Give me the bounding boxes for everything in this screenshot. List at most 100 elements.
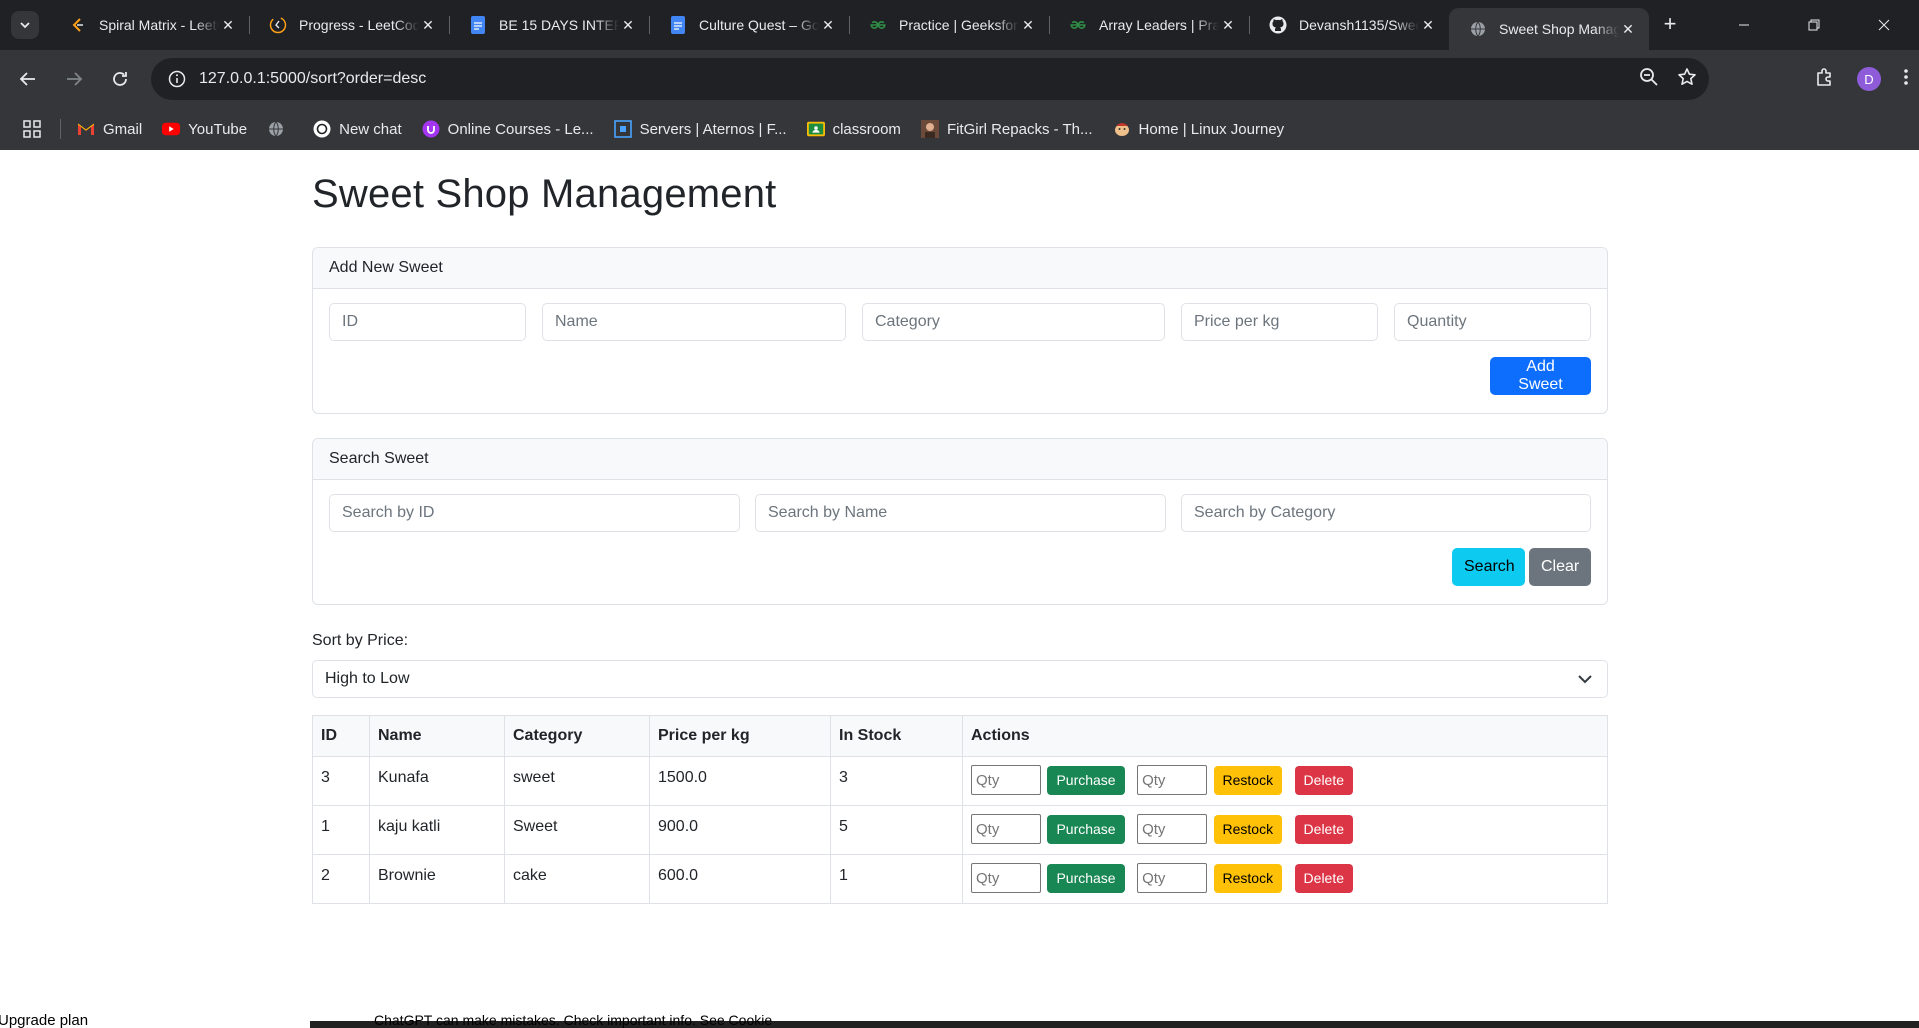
bookmark-gmail[interactable]: Gmail — [77, 120, 142, 138]
new-tab-button[interactable]: + — [1655, 10, 1685, 40]
site-info-icon[interactable] — [157, 58, 197, 100]
search-button[interactable]: Search — [1452, 548, 1525, 586]
zoom-icon[interactable] — [1639, 67, 1659, 92]
add-sweet-card: Add New Sweet Add Sweet — [312, 247, 1608, 414]
bookmark-label: Home | Linux Journey — [1138, 120, 1285, 138]
tab-list: Spiral Matrix - LeetCode ✕ Progress - Le… — [49, 0, 1685, 50]
bookmarks-bar: Gmail YouTube New chat Online Courses - … — [0, 108, 1919, 150]
toolbar-actions: D — [1815, 58, 1909, 100]
search-sweet-card-header: Search Sweet — [313, 439, 1607, 480]
bookmark-online-courses[interactable]: Online Courses - Le... — [422, 120, 594, 138]
purchase-qty-input[interactable] — [971, 863, 1041, 893]
restock-button[interactable]: Restock — [1213, 765, 1283, 795]
tab-search-button[interactable] — [11, 11, 39, 39]
classroom-icon — [806, 120, 825, 138]
restock-button[interactable]: Restock — [1213, 863, 1283, 893]
tab-practice-gfg[interactable]: Practice | GeeksforGeeks ✕ — [849, 0, 1049, 50]
cell-stock: 3 — [830, 756, 963, 806]
delete-button[interactable]: Delete — [1294, 863, 1354, 893]
add-sweet-card-header: Add New Sweet — [313, 248, 1607, 289]
delete-button[interactable]: Delete — [1294, 765, 1354, 795]
minimize-button[interactable] — [1709, 0, 1779, 50]
bookmark-youtube[interactable]: YouTube — [162, 120, 247, 138]
cell-actions: Purchase Restock Delete — [962, 854, 1608, 904]
geeksforgeeks-icon — [1069, 16, 1087, 34]
profile-avatar[interactable]: D — [1857, 67, 1881, 91]
leetcode-progress-icon — [269, 16, 287, 34]
tab-array-leaders[interactable]: Array Leaders | Practice ✕ — [1049, 0, 1249, 50]
close-icon[interactable]: ✕ — [819, 16, 837, 34]
column-header-actions: Actions — [962, 715, 1608, 757]
cell-actions: Purchase Restock Delete — [962, 805, 1608, 855]
close-icon[interactable]: ✕ — [1419, 16, 1437, 34]
purchase-button[interactable]: Purchase — [1047, 814, 1125, 844]
google-docs-icon — [469, 16, 487, 34]
search-name-input[interactable] — [755, 494, 1166, 532]
sweets-table: ID Name Category Price per kg In Stock A… — [312, 715, 1608, 904]
purchase-qty-input[interactable] — [971, 814, 1041, 844]
restock-qty-input[interactable] — [1137, 765, 1208, 795]
bookmark-star-icon[interactable] — [1677, 67, 1697, 92]
apps-grid-icon[interactable] — [22, 119, 42, 139]
tab-spiral-matrix[interactable]: Spiral Matrix - LeetCode ✕ — [49, 0, 249, 50]
tab-title: Practice | GeeksforGeeks — [899, 17, 1019, 33]
tab-title: Sweet Shop Management — [1499, 21, 1619, 37]
tab-github-repo[interactable]: Devansh1135/Sweet-Shop ✕ — [1249, 0, 1449, 50]
omnibox-actions — [1639, 58, 1697, 100]
close-icon[interactable]: ✕ — [619, 16, 637, 34]
browser-tab-strip: Spiral Matrix - LeetCode ✕ Progress - Le… — [0, 0, 1919, 50]
tab-progress[interactable]: Progress - LeetCode ✕ — [249, 0, 449, 50]
forward-button[interactable] — [56, 61, 92, 97]
reload-button[interactable] — [102, 61, 138, 97]
gmail-icon — [77, 120, 95, 138]
add-price-input[interactable] — [1181, 303, 1378, 341]
search-id-input[interactable] — [329, 494, 740, 532]
add-name-input[interactable] — [542, 303, 846, 341]
close-icon[interactable]: ✕ — [1219, 16, 1237, 34]
back-button[interactable] — [10, 61, 46, 97]
tab-be-internship[interactable]: BE 15 DAYS INTERNSHIP ✕ — [449, 0, 649, 50]
address-bar[interactable]: 127.0.0.1:5000/sort?order=desc — [151, 58, 1709, 100]
cell-name: Brownie — [369, 854, 505, 904]
add-quantity-input[interactable] — [1394, 303, 1591, 341]
add-id-input[interactable] — [329, 303, 526, 341]
add-sweet-button[interactable]: Add Sweet — [1490, 357, 1591, 395]
column-header-price: Price per kg — [649, 715, 831, 757]
add-category-input[interactable] — [862, 303, 1165, 341]
purchase-qty-input[interactable] — [971, 765, 1041, 795]
bookmark-new-chat[interactable]: New chat — [313, 120, 402, 138]
purchase-button[interactable]: Purchase — [1047, 765, 1125, 795]
close-icon[interactable]: ✕ — [419, 16, 437, 34]
restock-qty-input[interactable] — [1137, 814, 1208, 844]
bookmark-label: YouTube — [188, 120, 248, 138]
more-menu-icon[interactable] — [1903, 67, 1909, 92]
column-header-id: ID — [312, 715, 370, 757]
bookmark-classroom[interactable]: classroom — [806, 120, 901, 138]
bookmark-label: New chat — [339, 120, 402, 138]
sort-select[interactable]: High to Low — [312, 660, 1608, 698]
tab-culture-quest[interactable]: Culture Quest – Google Docs ✕ — [649, 0, 849, 50]
restock-button[interactable]: Restock — [1213, 814, 1283, 844]
cell-name: Kunafa — [369, 756, 505, 806]
reload-icon — [113, 72, 127, 86]
delete-button[interactable]: Delete — [1294, 814, 1354, 844]
globe-icon — [1469, 20, 1487, 38]
bookmark-aternos[interactable]: Servers | Aternos | F... — [613, 120, 787, 138]
bookmarks-divider — [60, 119, 61, 139]
clear-button[interactable]: Clear — [1529, 548, 1591, 586]
search-category-input[interactable] — [1181, 494, 1591, 532]
bookmark-globe[interactable] — [267, 120, 293, 138]
cell-price: 600.0 — [649, 854, 831, 904]
close-window-button[interactable] — [1849, 0, 1919, 50]
bookmark-fitgirl[interactable]: FitGirl Repacks - Th... — [920, 120, 1093, 138]
cell-price: 900.0 — [649, 805, 831, 855]
extensions-icon[interactable] — [1815, 67, 1835, 92]
close-icon[interactable]: ✕ — [1619, 20, 1637, 38]
bookmark-linux-journey[interactable]: Home | Linux Journey — [1113, 120, 1285, 138]
restore-button[interactable] — [1779, 0, 1849, 50]
purchase-button[interactable]: Purchase — [1047, 863, 1125, 893]
close-icon[interactable]: ✕ — [219, 16, 237, 34]
restock-qty-input[interactable] — [1137, 863, 1208, 893]
close-icon[interactable]: ✕ — [1019, 16, 1037, 34]
tab-sweet-shop-active[interactable]: Sweet Shop Management ✕ — [1449, 8, 1649, 50]
